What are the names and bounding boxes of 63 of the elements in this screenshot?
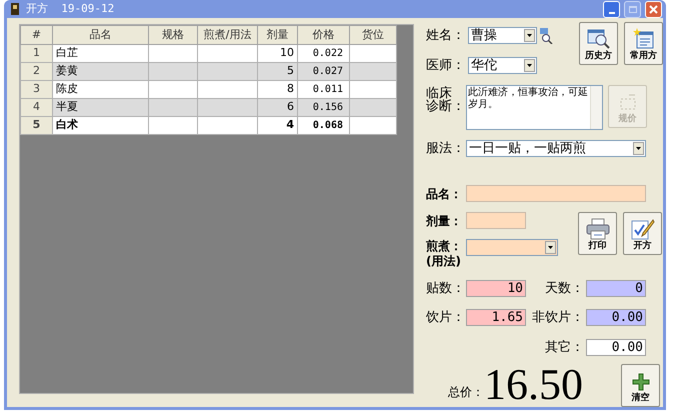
row-number: 5	[20, 116, 52, 134]
field-label: 其它：	[544, 338, 585, 356]
row-number: 3	[20, 80, 52, 98]
history-button[interactable]: 历史方	[579, 22, 618, 65]
decoction-dropdown[interactable]	[466, 238, 558, 256]
number-field[interactable]: 10	[466, 280, 526, 297]
column-header[interactable]: 煎煮/用法	[198, 26, 258, 44]
field-label: 诊断：	[426, 100, 466, 113]
close-button[interactable]	[645, 0, 662, 18]
caret-icon	[636, 147, 641, 150]
window-title: 开方 19-09-12	[26, 0, 114, 17]
field-label: 品名：	[426, 186, 463, 202]
total-price: 16.50	[484, 363, 584, 407]
field-label: 总价：	[447, 384, 484, 401]
doctor-dropdown[interactable]: 华佗	[468, 56, 537, 74]
minimize-button[interactable]	[603, 0, 620, 18]
field-label: (用法)	[426, 254, 462, 268]
clear-button[interactable]: 清空	[621, 364, 660, 407]
name-dropdown[interactable]: 曹操	[468, 27, 537, 44]
search-icon[interactable]	[539, 28, 553, 44]
field-label: 剂量：	[426, 212, 463, 230]
field-label: 服法：	[426, 140, 466, 158]
field-label: 临床	[426, 87, 453, 100]
number-field[interactable]: 0.00	[586, 338, 646, 356]
field-label: 煎煮：	[426, 238, 463, 254]
column-header[interactable]: 品名	[52, 26, 148, 44]
caret-icon	[527, 34, 532, 38]
field-label: 贴数：	[426, 280, 466, 298]
number-field[interactable]: 1.65	[466, 309, 526, 326]
caret-icon	[548, 246, 553, 248]
maximize-button[interactable]	[624, 0, 641, 18]
prescribe-button[interactable]: 开方	[623, 212, 662, 254]
field-label: 非饮片：	[531, 309, 585, 327]
table-cell: 4	[258, 116, 298, 134]
number-field[interactable]: 0	[586, 280, 646, 297]
field-label: 姓名：	[426, 27, 466, 45]
row-number: 2	[20, 62, 52, 80]
field-label: 饮片：	[426, 309, 466, 327]
column-header[interactable]: #	[20, 26, 52, 44]
column-header[interactable]: 规格	[148, 26, 198, 44]
herb-name-field[interactable]	[466, 185, 646, 202]
field-label: 医师：	[426, 56, 466, 74]
column-header[interactable]: 剂量	[258, 26, 298, 44]
row-number: 4	[20, 98, 52, 116]
usage-dropdown[interactable]: 一日一贴，一贴两煎	[466, 140, 646, 158]
search-icon	[586, 28, 610, 50]
pencil-icon	[630, 218, 654, 240]
plus-icon	[630, 372, 652, 392]
table-cell: 白术	[52, 116, 148, 134]
table-cell: 0.068	[298, 116, 350, 134]
row-number: 1	[20, 44, 52, 62]
column-header[interactable]: 价格	[298, 26, 350, 44]
printer-icon	[586, 218, 610, 240]
app-icon	[8, 2, 22, 16]
close-icon	[649, 4, 658, 14]
favorites-button[interactable]: 常用方	[624, 22, 663, 65]
dose-field[interactable]	[466, 212, 526, 229]
print-button[interactable]: 打印	[578, 212, 617, 254]
diagnosis-textarea[interactable]: 此沂难济，恒事攻治，可延岁月。	[466, 85, 603, 130]
caret-icon	[527, 64, 532, 67]
field-label: 天数：	[544, 280, 585, 298]
column-header[interactable]: 货位	[350, 26, 396, 44]
number-field[interactable]: 0.00	[586, 309, 646, 326]
